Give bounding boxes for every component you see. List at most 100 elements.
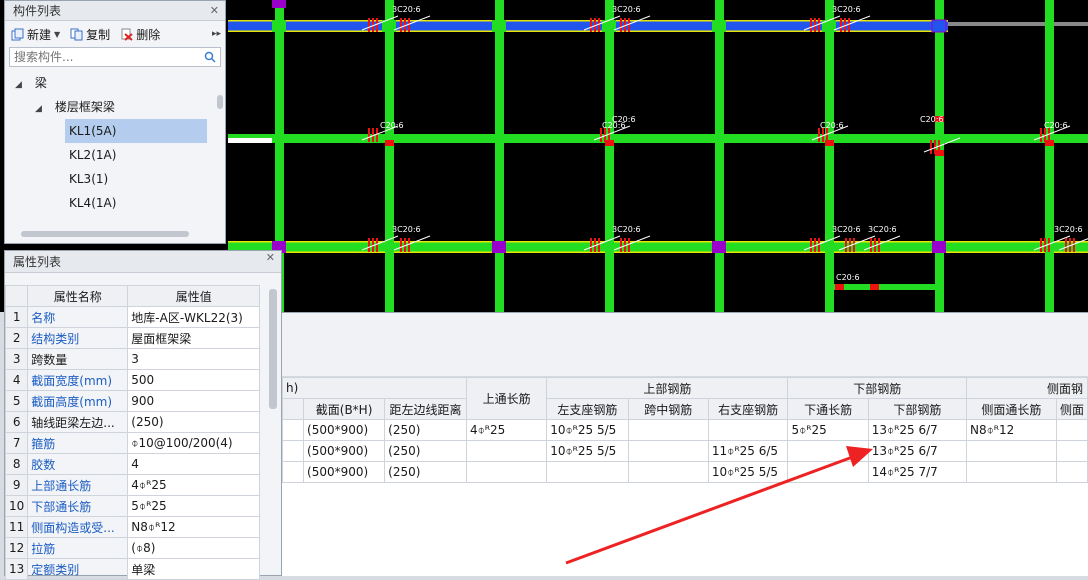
collapse-triangle-icon[interactable]: ◢ (15, 73, 27, 97)
beam-horizontal[interactable] (228, 241, 1088, 253)
property-row[interactable]: 12 拉筋 (⌽8) (4, 537, 261, 559)
column[interactable] (272, 0, 286, 8)
rebar-cell[interactable]: (500*900) (303, 461, 386, 483)
rebar-cell[interactable] (1055, 419, 1088, 441)
rebar-cell[interactable] (965, 440, 1057, 462)
column[interactable] (712, 241, 726, 253)
more-tools-icon[interactable]: ▸▸ (212, 29, 221, 39)
rebar-mark (620, 18, 622, 32)
column[interactable] (492, 241, 506, 253)
collapse-triangle-icon[interactable]: ◢ (35, 97, 47, 121)
property-row[interactable]: 8 胶数 4 (4, 453, 261, 475)
rebar-cell[interactable]: N8⌽ᴿ12 (965, 419, 1057, 441)
column[interactable] (932, 241, 946, 253)
property-value[interactable]: ⌽10@100/200(4) (127, 432, 261, 454)
rebar-cell[interactable] (465, 461, 548, 483)
property-row[interactable]: 5 截面高度(mm) 900 (4, 390, 261, 412)
property-row[interactable]: 2 结构类别 屋面框架梁 (4, 327, 261, 349)
property-value[interactable]: (250) (127, 411, 261, 433)
rebar-cell[interactable]: 11⌽ᴿ25 6/5 (707, 440, 789, 462)
rebar-cell[interactable]: (250) (384, 461, 467, 483)
beam-vertical[interactable] (825, 0, 834, 312)
beam-vertical[interactable] (715, 0, 724, 312)
property-value[interactable]: (⌽8) (127, 537, 261, 559)
property-row[interactable]: 4 截面宽度(mm) 500 (4, 369, 261, 391)
tree-item-kl2[interactable]: KL2(1A) (5, 143, 225, 167)
component-search-input[interactable] (14, 50, 194, 64)
chevron-down-icon[interactable]: ▼ (54, 30, 60, 39)
rebar-cell[interactable]: 10⌽ᴿ25 5/5 (707, 461, 789, 483)
tree-item-kl3[interactable]: KL3(1) (5, 167, 225, 191)
rebar-mark (845, 238, 847, 252)
property-value[interactable]: 3 (127, 348, 261, 370)
rebar-cell[interactable] (787, 440, 869, 462)
rebar-cell[interactable]: (250) (384, 419, 467, 441)
rebar-row[interactable]: (500*900) (250) 4⌽ᴿ25 10⌽ᴿ25 5/5 5⌽ᴿ25 13⌽ᴿ25… (281, 419, 1088, 441)
rebar-cell[interactable] (627, 419, 709, 441)
rebar-cell[interactable]: (500*900) (303, 419, 386, 441)
property-value[interactable]: 500 (127, 369, 261, 391)
rebar-cell[interactable]: (250) (384, 440, 467, 462)
property-value[interactable]: 屋面框架梁 (127, 327, 261, 349)
tree-item-kl4[interactable]: KL4(1A) (5, 191, 225, 215)
property-row[interactable]: 11 侧面构造或受... N8⌽ᴿ12 (4, 516, 261, 538)
rebar-cell[interactable]: (500*900) (303, 440, 386, 462)
property-value[interactable]: 4 (127, 453, 261, 475)
beam-gray[interactable] (948, 22, 1088, 26)
beam-vertical[interactable] (1045, 0, 1054, 312)
beam-vertical[interactable] (385, 0, 394, 312)
property-row[interactable]: 7 箍筋 ⌽10@100/200(4) (4, 432, 261, 454)
property-value[interactable]: 单梁 (127, 558, 261, 580)
rebar-cell[interactable] (546, 461, 629, 483)
property-row[interactable]: 10 下部通长筋 5⌽ᴿ25 (4, 495, 261, 517)
rebar-row[interactable]: (500*900) (250) 10⌽ᴿ25 5/5 11⌽ᴿ25 6/5 13⌽ᴿ25… (281, 440, 1088, 462)
property-row[interactable]: 13 定额类别 单梁 (4, 558, 261, 580)
rebar-cell[interactable]: 13⌽ᴿ25 6/7 (867, 419, 967, 441)
rebar-cell[interactable] (1055, 440, 1088, 462)
rebar-cell[interactable] (965, 461, 1057, 483)
property-row[interactable]: 1 名称 地库-A区-WKL22(3) (4, 306, 261, 328)
new-button[interactable]: 新建 ▼ (11, 26, 60, 43)
tree-horizontal-scrollbar[interactable] (21, 231, 189, 237)
rebar-cell[interactable] (1055, 461, 1088, 483)
rebar-cell[interactable]: 5⌽ᴿ25 (787, 419, 869, 441)
rebar-cell[interactable] (465, 440, 548, 462)
property-row[interactable]: 3 跨数量 3 (4, 348, 261, 370)
tree-node-frame-beam[interactable]: ◢ 楼层框架梁 (5, 95, 225, 119)
beam-vertical[interactable] (495, 0, 504, 312)
tree-node-beam[interactable]: ◢ 梁 (5, 71, 225, 95)
rebar-cell[interactable] (627, 440, 709, 462)
rebar-cell[interactable]: 10⌽ᴿ25 5/5 (546, 419, 629, 441)
property-vertical-scrollbar[interactable] (269, 289, 277, 409)
rebar-cell[interactable] (707, 419, 789, 441)
rebar-cell[interactable] (627, 461, 709, 483)
column[interactable] (931, 19, 947, 33)
column[interactable] (712, 20, 726, 32)
beam-vertical[interactable] (605, 0, 614, 312)
rebar-cell[interactable]: 13⌽ᴿ25 6/7 (867, 440, 967, 462)
rebar-cell[interactable]: 10⌽ᴿ25 5/5 (546, 440, 629, 462)
rebar-cell[interactable] (787, 461, 869, 483)
delete-button[interactable]: 删除 (120, 26, 160, 43)
rebar-cell[interactable]: 4⌽ᴿ25 (465, 419, 548, 441)
copy-button[interactable]: 复制 (70, 26, 110, 43)
beam-layer[interactable] (228, 0, 1088, 312)
rebar-label: 3C20:6 (392, 5, 421, 14)
rebar-row[interactable]: (500*900) (250) 10⌽ᴿ25 5/5 14⌽ᴿ25 7/7 (281, 461, 1088, 483)
column[interactable] (492, 20, 506, 32)
column[interactable] (272, 20, 286, 32)
property-value[interactable]: 4⌽ᴿ25 (127, 474, 261, 496)
tree-item-kl1[interactable]: KL1(5A) (5, 119, 225, 143)
property-value[interactable]: 900 (127, 390, 261, 412)
close-icon[interactable]: ✕ (210, 1, 219, 21)
tree-vertical-scrollbar[interactable] (217, 95, 223, 109)
search-icon[interactable] (204, 51, 216, 63)
rebar-cell[interactable]: 14⌽ᴿ25 7/7 (867, 461, 967, 483)
beam-horizontal[interactable] (830, 284, 940, 290)
property-value[interactable]: 地库-A区-WKL22(3) (127, 306, 261, 328)
property-value[interactable]: 5⌽ᴿ25 (127, 495, 261, 517)
property-row[interactable]: 6 轴线距梁左边... (250) (4, 411, 261, 433)
property-value[interactable]: N8⌽ᴿ12 (127, 516, 261, 538)
close-icon[interactable]: ✕ (266, 247, 275, 269)
property-row[interactable]: 9 上部通长筋 4⌽ᴿ25 (4, 474, 261, 496)
